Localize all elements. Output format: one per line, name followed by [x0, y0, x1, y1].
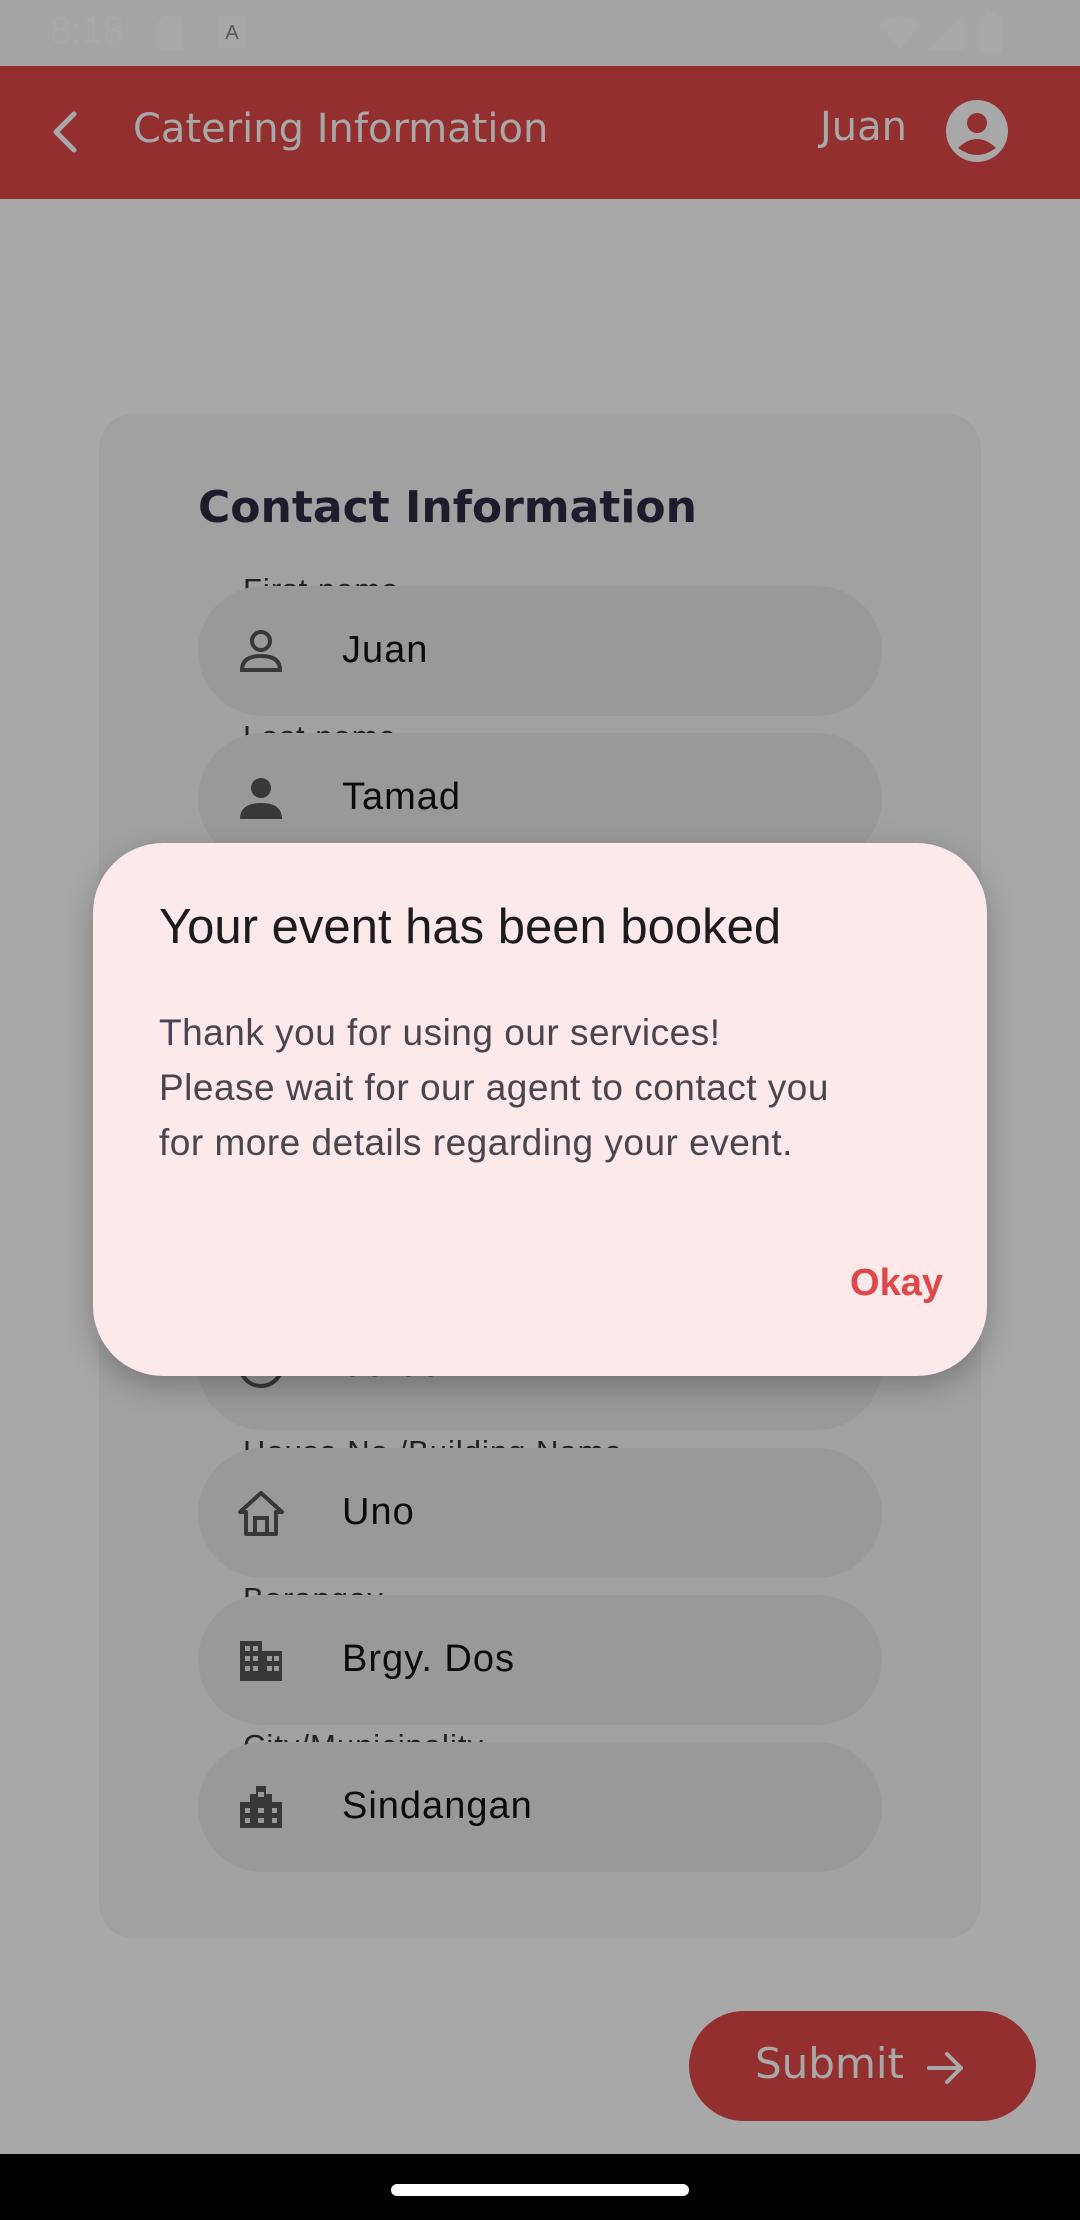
dialog-message-line-2: Please wait for our agent to contact you	[159, 1067, 829, 1108]
booking-confirmation-dialog: Your event has been booked Thank you for…	[93, 843, 987, 1376]
okay-button[interactable]: Okay	[763, 1243, 943, 1323]
system-nav-bar	[0, 2154, 1080, 2220]
dialog-message-line-3: for more details regarding your event.	[159, 1122, 793, 1163]
dialog-title: Your event has been booked	[159, 900, 782, 954]
home-gesture-handle[interactable]	[391, 2184, 689, 2196]
dialog-message: Thank you for using our services! Please…	[159, 1005, 939, 1170]
dialog-message-line-1: Thank you for using our services!	[159, 1012, 721, 1053]
